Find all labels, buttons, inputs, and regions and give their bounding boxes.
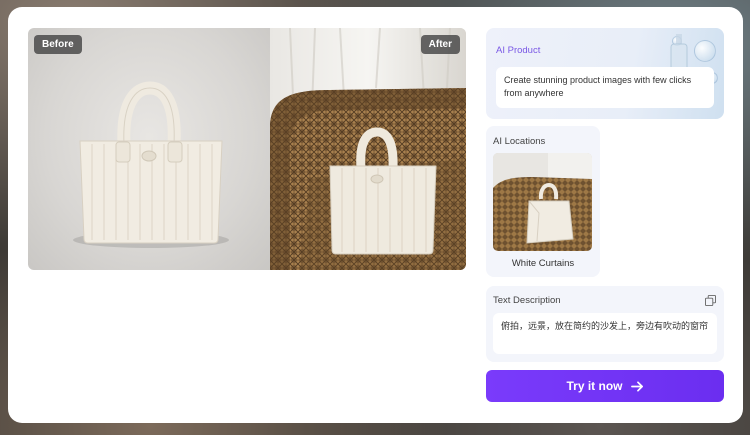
after-label: After [420,35,460,54]
after-image: After [270,28,466,270]
main-card: Before After AI Product Create stunning … [8,7,743,423]
try-it-now-label: Try it now [566,379,623,393]
before-label: Before [34,35,82,54]
location-label: White Curtains [511,258,575,269]
before-image: Before [28,28,270,270]
ai-product-title: AI Product [496,45,541,56]
arrow-right-icon [630,380,643,392]
bag-before-illustration [73,81,229,248]
bag-after-illustration [270,28,466,270]
location-thumbnail-white-curtains[interactable] [493,153,592,251]
bubble-decoration [694,40,716,62]
location-thumbnail-image [493,153,592,251]
before-after-compare[interactable]: Before After [28,28,466,270]
ai-product-description: Create stunning product images with few … [496,67,714,108]
ai-locations-panel: AI Locations White Curtains [486,126,600,277]
try-it-now-button[interactable]: Try it now [486,370,724,402]
text-description-panel: Text Description 俯拍，远景，放在简约的沙发上，旁边有吹动的窗帘 [486,286,724,362]
ai-product-panel[interactable]: AI Product Create stunning product image… [486,28,724,119]
text-description-input[interactable]: 俯拍，远景，放在简约的沙发上，旁边有吹动的窗帘 [493,313,717,354]
text-description-title: Text Description [493,295,561,306]
ai-locations-title: AI Locations [493,136,546,147]
copy-icon[interactable] [705,295,716,306]
